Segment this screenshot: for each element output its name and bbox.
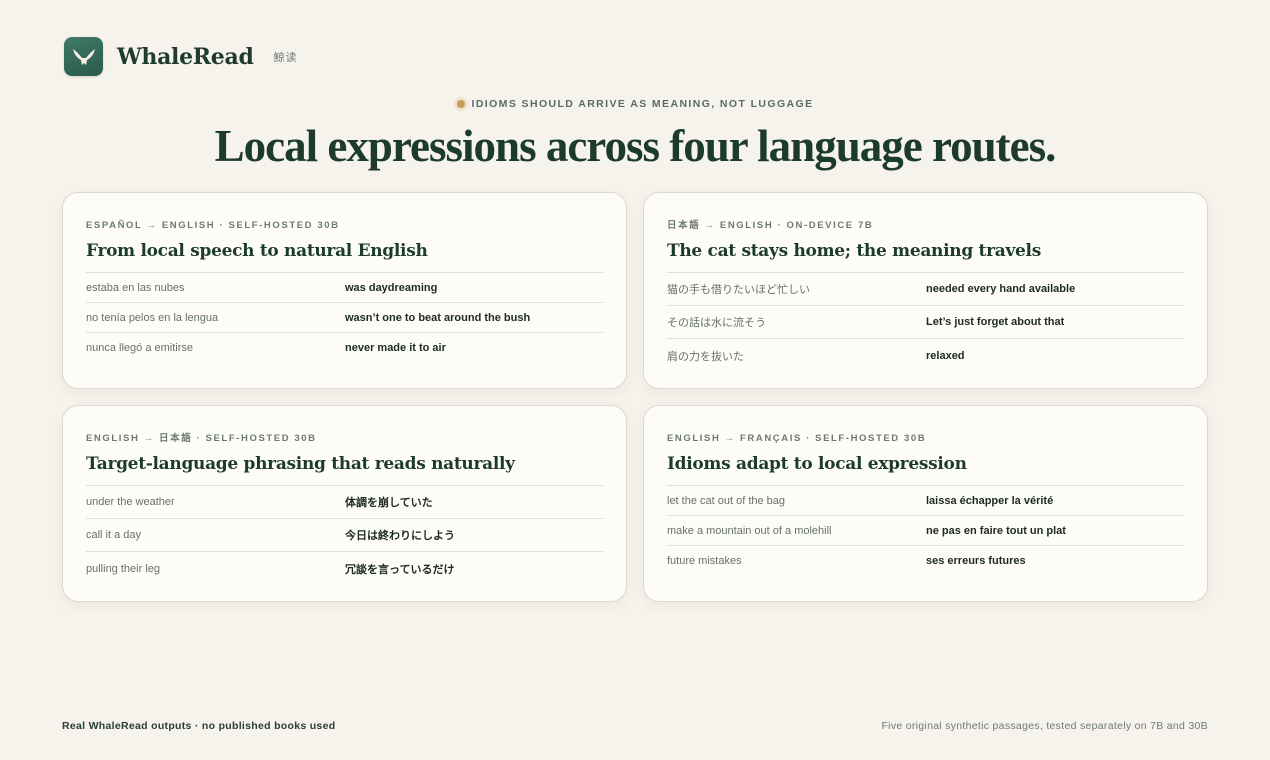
eyebrow-text: IDIOMS SHOULD ARRIVE AS MEANING, NOT LUG…: [471, 98, 814, 110]
idiom-target: wasn’t one to beat around the bush: [345, 311, 531, 324]
idiom-target: never made it to air: [345, 342, 446, 354]
idiom-source: pulling their leg: [86, 562, 160, 575]
idiom-row: その話は水に流そう Let’s just forget about that: [667, 306, 1184, 339]
card-title: Target-language phrasing that reads natu…: [86, 454, 515, 474]
idiom-source: nunca llegó a emitirse: [86, 342, 194, 354]
idiom-row: no tenía pelos en la lengua wasn’t one t…: [86, 303, 603, 333]
idiom-source: under the weather: [86, 496, 175, 508]
idiom-target: 今日は終わりにしよう: [345, 530, 455, 542]
idiom-source: future mistakes: [667, 555, 742, 567]
idiom-target: 体調を崩していた: [345, 497, 433, 509]
brand-cjk-name: 鯨读: [273, 51, 298, 64]
idiom-row: pulling their leg 冗談を言っているだけ: [86, 552, 603, 585]
accent-dot-icon: [456, 100, 465, 108]
idiom-source: 猫の手も借りたいほど忙しい: [667, 284, 810, 296]
idiom-list: under the weather 体調を崩していた call it a day…: [86, 485, 603, 585]
idiom-row: let the cat out of the bag laissa échapp…: [667, 486, 1184, 516]
page-title: Local expressions across four language r…: [214, 121, 1057, 171]
idiom-row: 肩の力を抜いた relaxed: [667, 339, 1184, 372]
card-title: From local speech to natural English: [86, 241, 428, 261]
app-header: WhaleRead 鯨读: [64, 37, 298, 76]
idiom-target: was daydreaming: [345, 281, 438, 294]
route-label: ESPAÑOL → ENGLISH · SELF-HOSTED 30B: [86, 220, 340, 231]
idiom-target: laissa échapper la vérité: [926, 494, 1054, 507]
route-label: ENGLISH → 日本語 · SELF-HOSTED 30B: [86, 433, 317, 444]
idiom-row: nunca llegó a emitirse never made it to …: [86, 333, 603, 363]
idiom-source: let the cat out of the bag: [667, 494, 786, 507]
card-title: Idioms adapt to local expression: [667, 454, 967, 474]
route-card-es-en: ESPAÑOL → ENGLISH · SELF-HOSTED 30B From…: [62, 192, 627, 389]
idiom-target: ses erreurs futures: [926, 555, 1026, 567]
idiom-list: let the cat out of the bag laissa échapp…: [667, 485, 1184, 576]
idiom-list: estaba en las nubes was daydreaming no t…: [86, 272, 603, 363]
idiom-target: Let’s just forget about that: [926, 316, 1065, 328]
idiom-row: future mistakes ses erreurs futures: [667, 546, 1184, 576]
idiom-source: no tenía pelos en la lengua: [86, 311, 219, 324]
idiom-row: estaba en las nubes was daydreaming: [86, 273, 603, 303]
whale-logo-icon: [64, 37, 103, 76]
idiom-source: call it a day: [86, 529, 142, 541]
idiom-target: relaxed: [926, 349, 965, 362]
card-title: The cat stays home; the meaning travels: [667, 241, 1041, 261]
idiom-source: 肩の力を抜いた: [667, 350, 744, 363]
route-label: ENGLISH → FRANÇAIS · SELF-HOSTED 30B: [667, 433, 927, 444]
footer-note-left: Real WhaleRead outputs · no published bo…: [62, 720, 336, 732]
idiom-row: call it a day 今日は終わりにしよう: [86, 519, 603, 552]
idiom-target: needed every hand available: [926, 283, 1076, 295]
idiom-target: ne pas en faire tout un plat: [926, 524, 1066, 537]
idiom-source: その話は水に流そう: [667, 317, 766, 329]
route-label: 日本語 → ENGLISH · ON-DEVICE 7B: [667, 220, 874, 231]
idiom-source: make a mountain out of a molehill: [667, 524, 832, 537]
idiom-row: under the weather 体調を崩していた: [86, 486, 603, 519]
route-card-ja-en: 日本語 → ENGLISH · ON-DEVICE 7B The cat sta…: [643, 192, 1208, 389]
idiom-row: 猫の手も借りたいほど忙しい needed every hand availabl…: [667, 273, 1184, 306]
route-card-en-fr: ENGLISH → FRANÇAIS · SELF-HOSTED 30B Idi…: [643, 405, 1208, 602]
brand-name: WhaleRead: [117, 43, 254, 70]
idiom-source: estaba en las nubes: [86, 281, 185, 294]
route-card-en-ja: ENGLISH → 日本語 · SELF-HOSTED 30B Target-l…: [62, 405, 627, 602]
idiom-list: 猫の手も借りたいほど忙しい needed every hand availabl…: [667, 272, 1184, 372]
eyebrow: IDIOMS SHOULD ARRIVE AS MEANING, NOT LUG…: [0, 98, 1270, 110]
idiom-target: 冗談を言っているだけ: [345, 563, 455, 576]
footer-note-right: Five original synthetic passages, tested…: [881, 720, 1208, 732]
idiom-row: make a mountain out of a molehill ne pas…: [667, 516, 1184, 546]
